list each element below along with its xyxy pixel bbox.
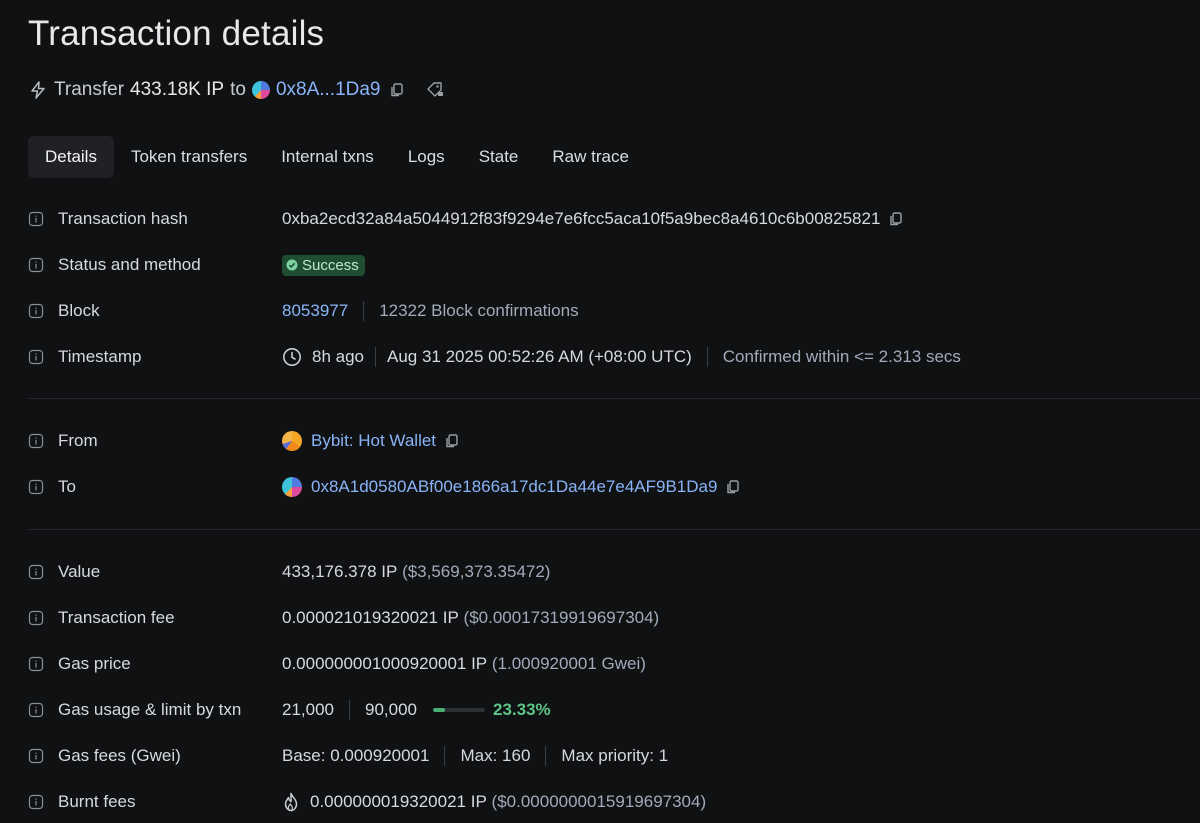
- row-gas-price: Gas price 0.000000001000920001 IP (1.000…: [28, 649, 1200, 679]
- row-label: Value: [58, 562, 101, 581]
- row-burnt-fees: Burnt fees 0.000000019320021 IP ($0.0000…: [28, 787, 1200, 817]
- tag-icon[interactable]: [425, 80, 445, 100]
- copy-icon[interactable]: [888, 211, 904, 227]
- timestamp-confirmed: Confirmed within <= 2.313 secs: [722, 347, 961, 366]
- row-label: Burnt fees: [58, 792, 136, 811]
- summary-to-word: to: [230, 79, 246, 100]
- value-amount: 433,176.378 IP: [282, 562, 398, 581]
- row-gas-fees: Gas fees (Gwei) Base: 0.000920001 Max: 1…: [28, 741, 1200, 771]
- separator: [444, 746, 446, 766]
- check-circle-icon: [286, 259, 298, 271]
- row-status: Status and method Success: [28, 250, 1200, 280]
- row-label: Gas usage & limit by txn: [58, 700, 242, 719]
- sender-avatar: [282, 431, 302, 451]
- block-number-link[interactable]: 8053977: [282, 301, 348, 321]
- recipient-avatar: [282, 477, 302, 497]
- transaction-hash-value: 0xba2ecd32a84a5044912f83f9294e7e6fcc5aca…: [282, 209, 881, 228]
- row-label: From: [58, 431, 98, 450]
- row-label: To: [58, 477, 76, 496]
- tab-token-transfers[interactable]: Token transfers: [114, 136, 264, 178]
- row-label: Gas price: [58, 654, 131, 673]
- to-address-link[interactable]: 0x8A1d0580ABf00e1866a17dc1Da44e7e4AF9B1D…: [311, 477, 717, 497]
- summary-action: Transfer: [54, 79, 125, 100]
- gas-fee-priority: Max priority: 1: [561, 746, 669, 765]
- row-label: Gas fees (Gwei): [58, 746, 181, 765]
- info-icon[interactable]: [28, 349, 44, 365]
- info-icon[interactable]: [28, 748, 44, 764]
- timestamp-ago: 8h ago: [312, 347, 364, 366]
- clock-icon: [282, 347, 302, 367]
- gas-usage-percent: 23.33%: [493, 700, 551, 719]
- bolt-icon: [28, 80, 48, 100]
- gas-price-amount: 0.000000001000920001 IP: [282, 654, 488, 673]
- gas-used: 21,000: [282, 700, 334, 719]
- row-to: To 0x8A1d0580ABf00e1866a17dc1Da44e7e4AF9…: [28, 472, 1200, 502]
- summary-to-address-link[interactable]: 0x8A...1Da9: [276, 79, 381, 101]
- separator: [349, 700, 350, 720]
- burnt-usd: ($0.0000000015919697304): [491, 792, 707, 811]
- tab-details[interactable]: Details: [28, 136, 114, 178]
- section-divider: [28, 529, 1200, 530]
- fee-amount: 0.000021019320021 IP: [282, 608, 459, 627]
- flame-icon: [282, 792, 300, 812]
- gas-usage-bar-fill: [433, 708, 446, 712]
- tab-state[interactable]: State: [462, 136, 536, 178]
- fee-usd: ($0.00017319919697304): [463, 608, 660, 627]
- separator: [375, 347, 376, 367]
- row-from: From Bybit: Hot Wallet: [28, 426, 1200, 456]
- info-icon[interactable]: [28, 656, 44, 672]
- row-label: Block: [58, 301, 100, 320]
- timestamp-datetime: Aug 31 2025 00:52:26 AM (+08:00 UTC): [387, 347, 692, 366]
- gas-price-gwei: (1.000920001 Gwei): [491, 654, 646, 673]
- info-icon[interactable]: [28, 257, 44, 273]
- info-icon[interactable]: [28, 610, 44, 626]
- row-label: Transaction hash: [58, 209, 188, 228]
- info-icon[interactable]: [28, 303, 44, 319]
- info-icon[interactable]: [28, 479, 44, 495]
- separator: [545, 746, 547, 766]
- summary-amount: 433.18K IP: [130, 79, 225, 100]
- gas-fee-max: Max: 160: [460, 746, 531, 765]
- gas-limit: 90,000: [365, 700, 417, 719]
- gas-fee-base: Base: 0.000920001: [282, 746, 430, 765]
- burnt-amount: 0.000000019320021 IP: [310, 792, 487, 811]
- info-icon[interactable]: [28, 433, 44, 449]
- row-timestamp: Timestamp 8h ago Aug 31 2025 00:52:26 AM…: [28, 342, 1200, 372]
- status-text: Success: [302, 256, 359, 274]
- from-address-link[interactable]: Bybit: Hot Wallet: [311, 431, 436, 451]
- tab-logs[interactable]: Logs: [391, 136, 462, 178]
- copy-icon[interactable]: [725, 479, 741, 495]
- row-label: Status and method: [58, 255, 201, 274]
- row-label: Timestamp: [58, 347, 142, 366]
- info-icon[interactable]: [28, 702, 44, 718]
- info-icon[interactable]: [28, 211, 44, 227]
- tab-bar: Details Token transfers Internal txns Lo…: [28, 136, 646, 178]
- row-block: Block 8053977 12322 Block confirmations: [28, 296, 1200, 326]
- info-icon[interactable]: [28, 794, 44, 810]
- value-usd: ($3,569,373.35472): [402, 562, 551, 581]
- copy-icon[interactable]: [444, 433, 460, 449]
- gas-usage-bar: [433, 708, 485, 712]
- row-transaction-hash: Transaction hash 0xba2ecd32a84a5044912f8…: [28, 204, 1200, 234]
- row-gas-usage: Gas usage & limit by txn 21,000 90,000 2…: [28, 695, 1200, 725]
- status-badge: Success: [282, 254, 365, 276]
- recipient-avatar: [251, 81, 270, 99]
- row-transaction-fee: Transaction fee 0.000021019320021 IP ($0…: [28, 603, 1200, 633]
- row-label: Transaction fee: [58, 608, 175, 627]
- section-divider: [28, 398, 1200, 399]
- tab-raw-trace[interactable]: Raw trace: [535, 136, 646, 178]
- transaction-summary: Transfer 433.18K IP to 0x8A...1Da9: [28, 76, 445, 104]
- tab-internal-txns[interactable]: Internal txns: [264, 136, 391, 178]
- block-confirmations: 12322 Block confirmations: [379, 301, 579, 320]
- row-value: Value 433,176.378 IP ($3,569,373.35472): [28, 557, 1200, 587]
- separator: [706, 347, 708, 367]
- page-title: Transaction details: [28, 14, 325, 53]
- separator: [363, 301, 365, 321]
- copy-icon[interactable]: [389, 82, 405, 98]
- info-icon[interactable]: [28, 564, 44, 580]
